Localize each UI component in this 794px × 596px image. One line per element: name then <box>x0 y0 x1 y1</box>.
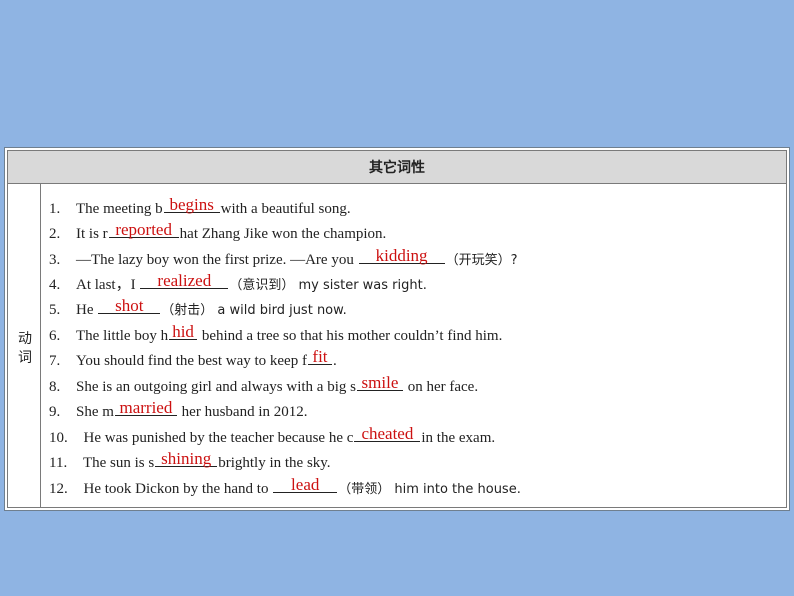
item-number: 6. <box>49 328 61 344</box>
item-number: 11. <box>49 455 68 471</box>
item-text-after: behind a tree so that his mother couldn’… <box>198 328 503 344</box>
item-text-after: （开玩笑）? <box>445 253 518 268</box>
item-text-before: He took Dickon by the hand to <box>83 481 273 497</box>
exercise-item-8: 8. She is an outgoing girl and always wi… <box>49 373 479 396</box>
answer-blank: cheated <box>354 424 421 443</box>
item-text-after: her husband in 2012. <box>177 404 308 420</box>
item-text-before: The little boy h <box>76 328 169 344</box>
item-text-after: hat Zhang Jike won the champion. <box>179 226 387 242</box>
exercise-item-6: 6. The little boy h hid behind a tree so … <box>49 322 503 345</box>
item-text-before: —The lazy boy won the first prize. —Are … <box>76 252 358 268</box>
answer-blank: begins <box>163 195 220 214</box>
item-text-before: At last，I <box>76 277 140 293</box>
table-bottom-border <box>7 507 787 508</box>
item-number: 4. <box>49 277 61 293</box>
exercise-item-7: 7. You should find the best way to keep … <box>49 347 337 370</box>
answer-text: shot <box>115 296 144 315</box>
exercise-table: 其它词性 动词 1. The meeting b begins with a bea… <box>4 147 790 511</box>
item-number: 10. <box>49 430 68 446</box>
answer-text: begins <box>169 195 214 214</box>
category-label: 动词 <box>18 331 32 366</box>
exercise-item-11: 11. The sun is s shining brightly in the s… <box>49 449 331 472</box>
exercise-item-1: 1. The meeting b begins with a beautiful s… <box>49 195 351 218</box>
exercise-item-3: 3. —The lazy boy won the first prize. —A… <box>49 246 518 269</box>
answer-blank: realized <box>140 271 229 290</box>
item-text-after: （带领） him into the house. <box>338 482 521 497</box>
exercise-item-2: 2. It is r reported hat Zhang Jike won the… <box>49 220 387 243</box>
answer-blank: hid <box>169 322 198 341</box>
table-header-title: 其它词性 <box>369 160 425 176</box>
answer-text: hid <box>172 322 194 341</box>
item-text-after: with a beautiful song. <box>220 201 351 217</box>
answer-text: married <box>119 398 173 417</box>
answer-blank: married <box>114 398 177 417</box>
answer-text: lead <box>291 475 320 494</box>
item-text-before: The sun is s <box>82 455 155 471</box>
answer-blank: kidding <box>358 246 445 265</box>
exercise-item-4: 4. At last，I realized （意识到） my sister was… <box>49 271 427 294</box>
answer-text: cheated <box>361 424 414 443</box>
answer-blank: reported <box>108 220 179 239</box>
answer-blank: smile <box>356 373 403 392</box>
item-text-after: （射击） a wild bird just now. <box>161 303 347 318</box>
answer-blank: fit <box>307 347 332 366</box>
item-text-before: You should find the best way to keep f <box>76 353 307 369</box>
item-number: 12. <box>49 481 68 497</box>
exercise-item-5: 5. He shot （射击） a wild bird just now. <box>49 296 347 319</box>
exercise-item-12: 12. He took Dickon by the hand to lead （带… <box>49 475 521 498</box>
item-text-before: She is an outgoing girl and always with … <box>76 379 356 395</box>
item-number: 3. <box>49 252 61 268</box>
item-text-after: . <box>332 353 337 369</box>
answer-blank: shining <box>155 449 218 468</box>
answer-text: realized <box>157 271 212 290</box>
item-text-before: He <box>76 302 98 318</box>
item-text-before: The meeting b <box>76 201 163 217</box>
item-text-after: （意识到） my sister was right. <box>229 278 427 293</box>
item-number: 2. <box>49 226 61 242</box>
item-text-after: in the exam. <box>421 430 496 446</box>
answer-text: shining <box>161 449 212 468</box>
answer-text: reported <box>115 220 172 239</box>
category-cell: 动词 <box>7 184 41 508</box>
answer-text: kidding <box>375 246 428 265</box>
item-text-before: She m <box>76 404 114 420</box>
item-number: 8. <box>49 379 61 395</box>
exercise-item-9: 9. She m married her husband in 2012. <box>49 398 308 421</box>
answer-text: fit <box>312 347 328 366</box>
item-text-before: He was punished by the teacher because h… <box>83 430 354 446</box>
item-number: 5. <box>49 302 61 318</box>
answer-blank: lead <box>273 475 338 494</box>
item-number: 9. <box>49 404 61 420</box>
answer-text: smile <box>361 373 399 392</box>
item-text-before: It is r <box>76 226 108 242</box>
table-header: 其它词性 <box>7 150 787 184</box>
item-text-after: brightly in the sky. <box>218 455 331 471</box>
answer-blank: shot <box>98 296 161 315</box>
exercise-item-10: 10. He was punished by the teacher becau… <box>49 424 496 447</box>
item-number: 1. <box>49 201 61 217</box>
item-text-after: on her face. <box>403 379 479 395</box>
table-right-border <box>786 184 787 508</box>
item-number: 7. <box>49 353 61 369</box>
